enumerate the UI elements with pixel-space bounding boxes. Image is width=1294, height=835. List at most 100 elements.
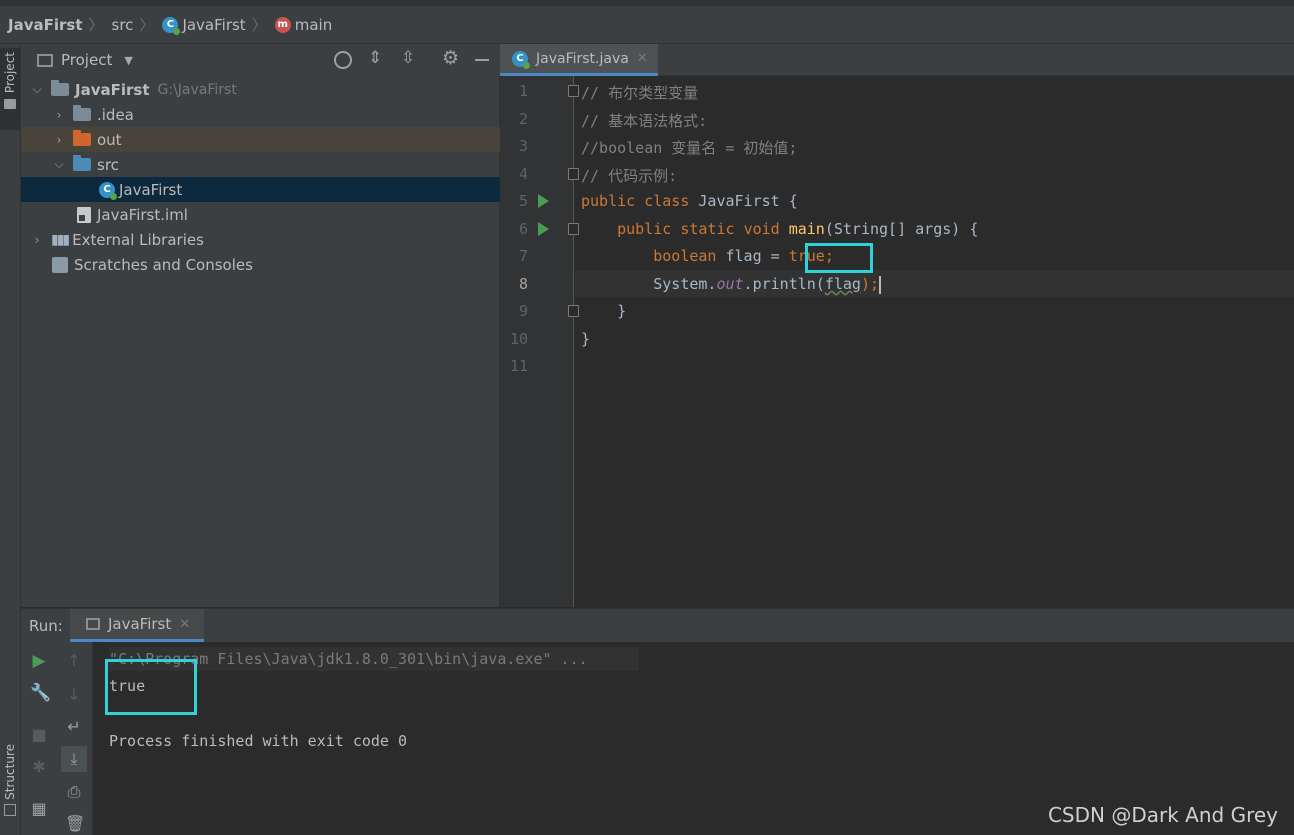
trash-icon[interactable]: 🗑 xyxy=(65,815,85,833)
chevron-down-icon[interactable]: ⌵ xyxy=(51,157,67,172)
code-line-3: //boolean 变量名 = 初始值; xyxy=(581,139,798,157)
code-editor[interactable]: 1 2 3 4 5 6 7 8 9 10 11 // 布尔类型变量 // 基本语… xyxy=(500,76,1294,607)
method-icon: m xyxy=(274,16,291,33)
chevron-right-icon[interactable]: › xyxy=(29,233,45,247)
chevron-right-icon: 〉 xyxy=(139,16,155,34)
close-icon[interactable]: ✕ xyxy=(637,51,648,66)
method-name-token: main xyxy=(788,220,825,238)
fold-marker-icon[interactable] xyxy=(568,305,579,317)
java-class-icon: C xyxy=(99,181,117,200)
tab-label: JavaFirst.java xyxy=(536,50,629,67)
breadcrumb-project[interactable]: JavaFirst xyxy=(8,16,83,34)
tree-item-label: Scratches and Consoles xyxy=(74,255,253,274)
line-number: 1 xyxy=(518,82,528,100)
tree-item-external-libraries[interactable]: › ▮▮▮ External Libraries xyxy=(21,227,508,252)
highlight-box xyxy=(805,243,873,273)
code-token: (String[] args) { xyxy=(824,220,979,238)
breadcrumb-class[interactable]: C JavaFirst xyxy=(162,15,246,35)
fold-marker-icon[interactable] xyxy=(568,223,579,235)
layout-icon[interactable]: ▦ xyxy=(30,800,48,818)
tree-item-label: out xyxy=(97,130,122,149)
chevron-right-icon[interactable]: › xyxy=(51,108,67,122)
line-number: 2 xyxy=(518,110,528,128)
collapse-all-icon[interactable]: ⇳ xyxy=(401,48,415,68)
print-icon[interactable]: ⎙ xyxy=(65,783,83,801)
tree-item-label: src xyxy=(97,155,119,174)
scroll-to-end-icon[interactable]: ⤓ xyxy=(61,746,87,772)
tree-item-scratches[interactable]: Scratches and Consoles xyxy=(21,252,531,277)
arrow-down-icon[interactable]: ↓ xyxy=(65,686,83,704)
code-line-8: System.out.println(flag); xyxy=(581,275,882,294)
editor-tab-bar: C JavaFirst.java ✕ xyxy=(500,44,1294,76)
structure-tool-button[interactable]: Structure xyxy=(0,744,20,834)
tree-item-iml[interactable]: JavaFirst.iml xyxy=(21,202,556,227)
keyword-token: void xyxy=(743,220,780,238)
tab-javafirst-java[interactable]: C JavaFirst.java ✕ xyxy=(500,44,658,76)
breadcrumb-class-label: JavaFirst xyxy=(182,15,246,34)
code-line-10: } xyxy=(581,330,590,348)
rerun-icon[interactable]: ▶ xyxy=(30,652,48,670)
close-icon[interactable]: ✕ xyxy=(179,617,190,632)
editor-gutter: 1 2 3 4 5 6 7 8 9 10 11 xyxy=(500,76,579,607)
chevron-down-icon[interactable]: ▼ xyxy=(124,54,132,67)
run-gutter-icon[interactable] xyxy=(538,222,549,236)
tab-run-javafirst[interactable]: JavaFirst ✕ xyxy=(70,609,204,642)
left-tool-strip: Project Structure xyxy=(0,44,21,835)
project-tool-button[interactable]: Project xyxy=(0,48,20,130)
iml-file-icon xyxy=(77,206,91,223)
fold-marker-icon[interactable] xyxy=(568,85,579,97)
line-number-current: 8 xyxy=(518,275,528,293)
tree-item-javafirst-module[interactable]: ⌵ JavaFirst G:\JavaFirst xyxy=(21,77,508,102)
expand-all-icon[interactable]: ⇕ xyxy=(368,48,382,68)
project-panel-title[interactable]: Project xyxy=(61,51,112,69)
console-toolbar: ↑ ↓ ↵ ⤓ ⎙ 🗑 xyxy=(57,642,93,835)
chevron-right-icon[interactable]: › xyxy=(51,133,67,147)
line-number: 7 xyxy=(518,247,528,265)
text-caret xyxy=(879,275,882,294)
scratches-icon xyxy=(52,256,68,273)
run-gutter-icon[interactable] xyxy=(538,194,549,208)
keyword-token: boolean xyxy=(653,247,717,265)
project-view-icon xyxy=(37,53,53,67)
keyword-token: public xyxy=(617,220,672,238)
structure-tool-label: Structure xyxy=(3,744,17,800)
gear-icon[interactable]: ⚙ xyxy=(442,47,459,69)
code-token: { xyxy=(779,192,798,210)
debug-icon[interactable]: ✱ xyxy=(30,758,48,776)
folder-icon xyxy=(73,105,91,121)
tree-item-javafirst-class[interactable]: C JavaFirst xyxy=(21,177,578,202)
tab-label: JavaFirst xyxy=(108,615,172,633)
tree-item-out[interactable]: › out xyxy=(21,127,530,152)
tree-item-src[interactable]: ⌵ src xyxy=(21,152,530,177)
arrow-up-icon[interactable]: ↑ xyxy=(65,652,83,670)
keyword-token: class xyxy=(644,192,690,210)
code-token: ); xyxy=(860,275,880,293)
wrench-icon[interactable]: 🔧 xyxy=(30,684,51,702)
code-line-7: boolean flag = true; xyxy=(581,247,834,265)
source-folder-icon xyxy=(73,155,91,171)
module-folder-icon xyxy=(51,80,69,96)
keyword-token: static xyxy=(680,220,735,238)
run-panel-header: Run: JavaFirst ✕ xyxy=(21,608,1294,642)
tree-item-idea[interactable]: › .idea xyxy=(21,102,530,127)
minimize-icon[interactable] xyxy=(475,59,489,61)
code-token: System. xyxy=(653,275,717,293)
breadcrumb-src[interactable]: src xyxy=(112,16,134,34)
chevron-down-icon[interactable]: ⌵ xyxy=(29,82,45,97)
locate-icon[interactable] xyxy=(334,51,352,69)
highlight-box xyxy=(105,659,197,715)
excluded-folder-icon xyxy=(73,130,91,146)
code-token: flag = xyxy=(725,247,789,265)
soft-wrap-icon[interactable]: ↵ xyxy=(65,718,83,736)
tree-item-label: JavaFirst xyxy=(119,180,183,199)
stop-icon[interactable]: ■ xyxy=(30,726,48,744)
code-line-1: // 布尔类型变量 xyxy=(581,84,699,102)
tree-item-path: G:\JavaFirst xyxy=(157,81,237,98)
code-line-9: } xyxy=(581,302,626,320)
breadcrumb-method[interactable]: m main xyxy=(274,16,332,34)
code-token: } xyxy=(581,330,591,348)
variable-token: flag xyxy=(824,275,861,293)
code-line-6: public static void main(String[] args) { xyxy=(581,220,978,238)
class-name-token: JavaFirst xyxy=(698,192,780,210)
fold-marker-icon[interactable] xyxy=(568,168,579,180)
